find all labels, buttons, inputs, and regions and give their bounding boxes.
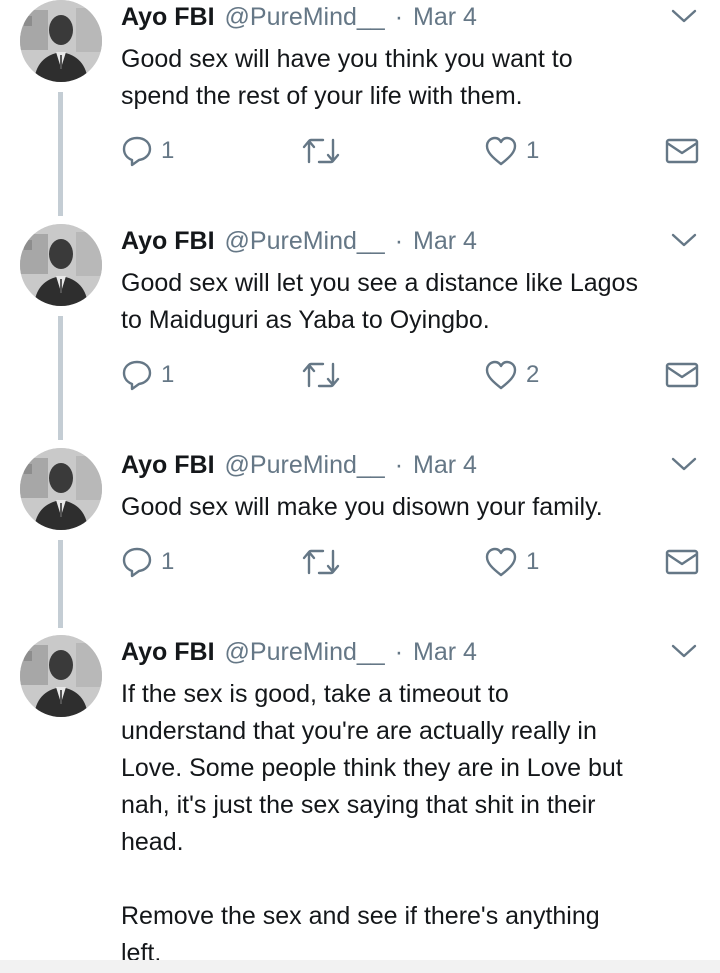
tweet-actions: 1 2 [121, 357, 711, 393]
envelope-icon [665, 548, 699, 576]
retweet-icon [301, 360, 341, 390]
chevron-down-icon[interactable] [668, 224, 700, 256]
user-handle[interactable]: @PureMind__ [225, 638, 385, 667]
heart-icon [484, 359, 518, 391]
tweet-date[interactable]: Mar 4 [413, 227, 477, 256]
dm-button[interactable] [665, 544, 699, 580]
tweet-date[interactable]: Mar 4 [413, 451, 477, 480]
reply-button[interactable]: 1 [121, 133, 174, 169]
thread-line [58, 92, 63, 216]
retweet-icon [301, 136, 341, 166]
thread-line [58, 316, 63, 440]
avatar[interactable] [20, 224, 102, 306]
retweet-button[interactable] [301, 133, 349, 169]
chevron-down-icon[interactable] [668, 448, 700, 480]
retweet-button[interactable] [301, 357, 349, 393]
envelope-icon [665, 137, 699, 165]
display-name[interactable]: Ayo FBI [121, 638, 215, 667]
tweet-header: Ayo FBI @PureMind__ · Mar 4 [121, 0, 477, 34]
tweet-2[interactable]: Ayo FBI @PureMind__ · Mar 4 Good sex wil… [0, 224, 720, 440]
tweet-actions: 1 1 [121, 133, 711, 169]
tweet-actions: 1 1 [121, 544, 711, 580]
like-count: 2 [526, 361, 540, 388]
like-button[interactable]: 1 [484, 133, 539, 169]
reply-icon [121, 134, 153, 168]
bottom-edge [0, 960, 720, 973]
tweet-1[interactable]: Ayo FBI @PureMind__ · Mar 4 Good sex wil… [0, 0, 720, 216]
tweet-4[interactable]: Ayo FBI @PureMind__ · Mar 4 If the sex i… [0, 635, 720, 967]
like-button[interactable]: 1 [484, 544, 539, 580]
avatar[interactable] [20, 0, 102, 82]
user-handle[interactable]: @PureMind__ [225, 227, 385, 256]
retweet-button[interactable] [301, 544, 349, 580]
tweet-text: Good sex will let you see a distance lik… [121, 269, 638, 334]
thread-line [58, 540, 63, 628]
separator-dot: · [394, 2, 404, 31]
reply-count: 1 [161, 548, 175, 575]
heart-icon [484, 546, 518, 578]
reply-count: 1 [161, 137, 175, 164]
tweet-date[interactable]: Mar 4 [413, 3, 477, 32]
user-handle[interactable]: @PureMind__ [225, 3, 385, 32]
reply-icon [121, 545, 153, 579]
display-name[interactable]: Ayo FBI [121, 3, 215, 32]
tweet-header: Ayo FBI @PureMind__ · Mar 4 [121, 448, 477, 482]
like-button[interactable]: 2 [484, 357, 539, 393]
tweet-text: Good sex will have you think you want to… [121, 45, 573, 110]
tweet-header: Ayo FBI @PureMind__ · Mar 4 [121, 224, 477, 258]
chevron-down-icon[interactable] [668, 635, 700, 667]
reply-icon [121, 358, 153, 392]
reply-button[interactable]: 1 [121, 544, 174, 580]
tweet-header: Ayo FBI @PureMind__ · Mar 4 [121, 635, 477, 669]
display-name[interactable]: Ayo FBI [121, 227, 215, 256]
tweet-text: If the sex is good, take a timeout to un… [121, 680, 623, 967]
avatar[interactable] [20, 448, 102, 530]
dm-button[interactable] [665, 133, 699, 169]
envelope-icon [665, 361, 699, 389]
tweet-text: Good sex will make you disown your famil… [121, 493, 603, 521]
reply-button[interactable]: 1 [121, 357, 174, 393]
dm-button[interactable] [665, 357, 699, 393]
like-count: 1 [526, 548, 540, 575]
display-name[interactable]: Ayo FBI [121, 451, 215, 480]
separator-dot: · [394, 637, 404, 666]
retweet-icon [301, 547, 341, 577]
avatar[interactable] [20, 635, 102, 717]
like-count: 1 [526, 137, 540, 164]
reply-count: 1 [161, 361, 175, 388]
user-handle[interactable]: @PureMind__ [225, 451, 385, 480]
tweet-3[interactable]: Ayo FBI @PureMind__ · Mar 4 Good sex wil… [0, 448, 720, 628]
separator-dot: · [394, 226, 404, 255]
chevron-down-icon[interactable] [668, 0, 700, 32]
tweet-date[interactable]: Mar 4 [413, 638, 477, 667]
separator-dot: · [394, 450, 404, 479]
heart-icon [484, 135, 518, 167]
